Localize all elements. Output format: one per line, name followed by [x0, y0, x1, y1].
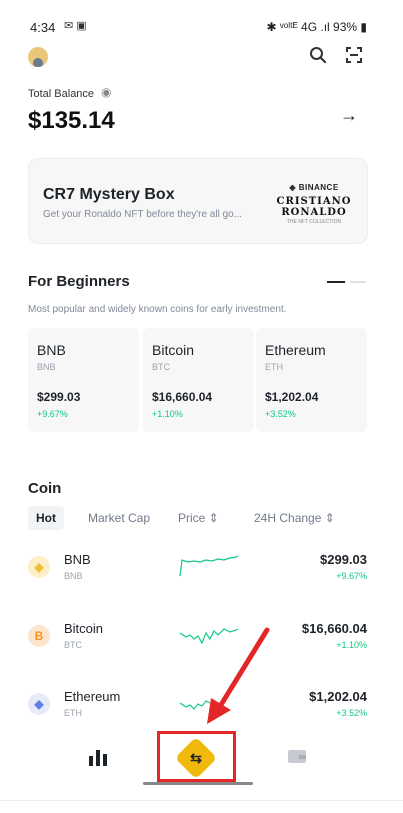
coin-price: $1,202.04 [309, 689, 367, 704]
beginner-card-ethereum[interactable]: Ethereum ETH $1,202.04 +3.52% [256, 328, 367, 432]
home-indicator [143, 782, 253, 785]
coin-symbol: BNB [64, 571, 83, 581]
coin-name: Bitcoin [64, 621, 104, 636]
coin-change: +3.52% [336, 708, 367, 718]
ronaldo-logo-subtitle: THE NFT COLLECTION [286, 219, 342, 225]
trade-icon[interactable]: ⇆ [181, 743, 211, 773]
card-coin-symbol: BTC [152, 362, 170, 372]
card-coin-price: $1,202.04 [265, 390, 319, 404]
card-coin-name: BNB [37, 342, 66, 358]
card-coin-change: +3.52% [265, 409, 296, 419]
promo-subtitle: Get your Ronaldo NFT before they're all … [43, 209, 243, 220]
status-indicators: ✱ ᵛᵒˡᵗᴱ 4G .ıl 93% ▮ [266, 20, 367, 34]
card-coin-change: +9.67% [37, 409, 68, 419]
coin-symbol: ETH [64, 708, 82, 718]
status-time: 4:34 [30, 20, 56, 35]
binance-logo: ◈ BINANCE [289, 183, 339, 192]
beginner-card-bnb[interactable]: BNB BNB $299.03 +9.67% [28, 328, 139, 432]
card-coin-change: +1.10% [152, 409, 183, 419]
balance-label: Total Balance [28, 88, 95, 100]
ethereum-icon: ◆ [28, 693, 50, 715]
card-coin-symbol: BNB [37, 362, 56, 372]
markets-icon[interactable] [88, 748, 108, 771]
arrow-right-icon[interactable]: → [340, 105, 358, 126]
carousel-indicator [350, 281, 366, 283]
ronaldo-logo: CRISTIANO RONALDO [276, 196, 352, 218]
status-bar: 4:34 ✉ ▣ ✱ ᵛᵒˡᵗᴱ 4G .ıl 93% ▮ [0, 0, 403, 44]
coin-price: $16,660.04 [301, 621, 367, 636]
beginner-card-bitcoin[interactable]: Bitcoin BTC $16,660.04 +1.10% [143, 328, 254, 432]
coin-change: +9.67% [336, 571, 367, 581]
notification-icons: ✉ ▣ [64, 20, 87, 32]
coin-name: Ethereum [64, 689, 121, 704]
card-coin-name: Ethereum [265, 342, 326, 358]
eye-icon[interactable]: ◉ [101, 85, 111, 99]
coin-price: $299.03 [320, 552, 367, 567]
tab-price[interactable]: Price ⇕ [178, 506, 219, 530]
bnb-icon: ◈ [28, 556, 50, 578]
coin-change: +1.10% [336, 640, 367, 650]
card-coin-name: Bitcoin [152, 342, 195, 358]
coin-title: Coin [28, 480, 62, 497]
coin-name: BNB [64, 552, 91, 567]
wallet-icon[interactable] [287, 748, 307, 769]
search-icon[interactable] [307, 46, 329, 68]
carousel-indicator-active [327, 281, 345, 283]
tab-24h-change[interactable]: 24H Change ⇕ [254, 506, 335, 530]
card-coin-price: $299.03 [37, 390, 81, 404]
card-coin-symbol: ETH [265, 362, 283, 372]
annotation-arrow [207, 627, 270, 724]
avatar[interactable] [28, 47, 48, 67]
tab-hot[interactable]: Hot [28, 506, 64, 530]
coin-symbol: BTC [64, 640, 82, 650]
tab-market-cap[interactable]: Market Cap [88, 506, 150, 530]
card-coin-price: $16,660.04 [152, 390, 213, 404]
promo-title: CR7 Mystery Box [43, 186, 175, 203]
balance-value: $135.14 [28, 107, 115, 134]
bottom-divider [0, 800, 403, 801]
beginners-description: Most popular and widely known coins for … [28, 304, 287, 315]
scan-icon[interactable] [343, 46, 365, 68]
coin-row-bnb[interactable]: ◈ BNB BNB $299.03 +9.67% [0, 548, 403, 592]
beginners-title: For Beginners [28, 273, 130, 290]
promo-banner[interactable]: CR7 Mystery Box Get your Ronaldo NFT bef… [28, 158, 368, 244]
bitcoin-icon: B [28, 625, 50, 647]
sparkline-bnb [179, 555, 239, 577]
